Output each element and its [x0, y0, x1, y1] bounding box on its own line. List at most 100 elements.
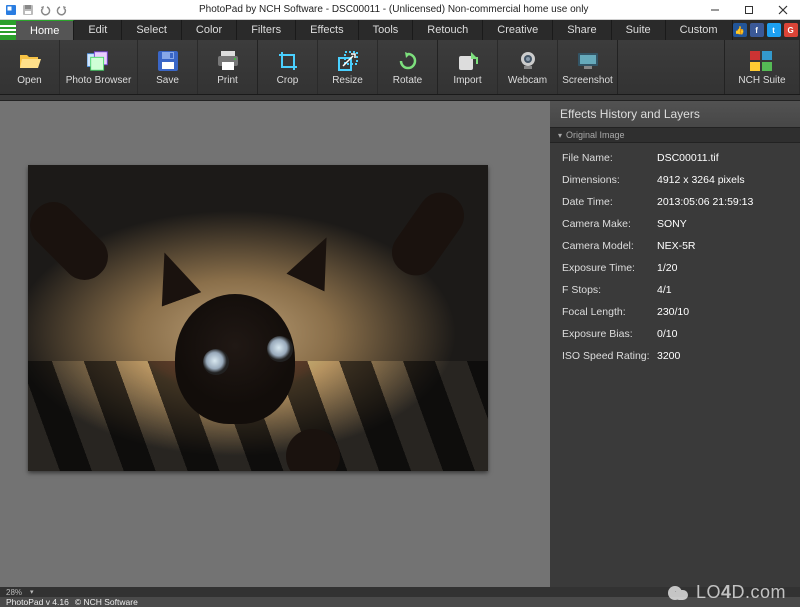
- side-panel-title: Effects History and Layers: [550, 101, 800, 128]
- metadata-row: ISO Speed Rating:3200: [550, 345, 800, 367]
- metadata-value: 4912 x 3264 pixels: [657, 174, 788, 186]
- photo-browser-button[interactable]: Photo Browser: [60, 40, 138, 94]
- metadata-row: Camera Model:NEX-5R: [550, 235, 800, 257]
- resize-button[interactable]: Resize: [318, 40, 378, 94]
- twitter-icon[interactable]: t: [767, 23, 781, 37]
- metadata-value: 230/10: [657, 306, 788, 318]
- tool-label: Import: [453, 75, 481, 86]
- tab-effects[interactable]: Effects: [296, 20, 358, 40]
- metadata-row: Dimensions:4912 x 3264 pixels: [550, 169, 800, 191]
- google-plus-icon[interactable]: G: [784, 23, 798, 37]
- like-icon[interactable]: 👍: [733, 23, 747, 37]
- minimize-button[interactable]: [698, 0, 732, 20]
- metadata-row: Camera Make:SONY: [550, 213, 800, 235]
- metadata-value: 1/20: [657, 262, 788, 274]
- zoom-menu-chevron-icon[interactable]: ▾: [30, 588, 34, 596]
- app-version: PhotoPad v 4.16: [6, 597, 69, 607]
- metadata-value: DSC00011.tif: [657, 152, 788, 164]
- metadata-value: 3200: [657, 350, 788, 362]
- side-panel-subheader[interactable]: Original Image: [550, 128, 800, 143]
- metadata-row: Date Time:2013:05:06 21:59:13: [550, 191, 800, 213]
- metadata-row: Focal Length:230/10: [550, 301, 800, 323]
- facebook-icon[interactable]: f: [750, 23, 764, 37]
- metadata-key: ISO Speed Rating:: [562, 350, 657, 362]
- print-button[interactable]: Print: [198, 40, 258, 94]
- metadata-value: 0/10: [657, 328, 788, 340]
- tab-creative[interactable]: Creative: [483, 20, 553, 40]
- metadata-row: File Name:DSC00011.tif: [550, 147, 800, 169]
- tool-label: Photo Browser: [66, 75, 132, 86]
- window-controls: [698, 0, 800, 20]
- app-icon: [4, 3, 18, 17]
- metadata-key: F Stops:: [562, 284, 657, 296]
- canvas[interactable]: [0, 101, 550, 587]
- printer-icon: [216, 49, 240, 73]
- screenshot-button[interactable]: Screenshot: [558, 40, 618, 94]
- tab-share[interactable]: Share: [553, 20, 611, 40]
- titlebar: PhotoPad by NCH Software - DSC00011 - (U…: [0, 0, 800, 20]
- app-menu-button[interactable]: [0, 20, 16, 40]
- metadata-key: Camera Model:: [562, 240, 657, 252]
- app-copyright: © NCH Software: [75, 597, 138, 607]
- import-icon: [456, 49, 480, 73]
- webcam-icon: [516, 49, 540, 73]
- tab-filters[interactable]: Filters: [237, 20, 296, 40]
- rotate-button[interactable]: Rotate: [378, 40, 438, 94]
- crop-icon: [276, 49, 300, 73]
- metadata-value: SONY: [657, 218, 788, 230]
- subheader-label: Original Image: [566, 130, 625, 140]
- metadata-value: 4/1: [657, 284, 788, 296]
- statusbar: 28% ▾: [0, 587, 800, 597]
- maximize-button[interactable]: [732, 0, 766, 20]
- metadata-key: Exposure Bias:: [562, 328, 657, 340]
- photo-browser-icon: [87, 49, 111, 73]
- metadata-row: Exposure Bias:0/10: [550, 323, 800, 345]
- metadata-value: 2013:05:06 21:59:13: [657, 196, 788, 208]
- crop-button[interactable]: Crop: [258, 40, 318, 94]
- resize-icon: [336, 49, 360, 73]
- window-title: PhotoPad by NCH Software - DSC00011 - (U…: [199, 4, 698, 15]
- save-button[interactable]: Save: [138, 40, 198, 94]
- social-buttons: 👍 f t G in ?: [733, 20, 800, 40]
- nch-suite-button[interactable]: NCH Suite: [725, 40, 800, 94]
- redo-icon[interactable]: [55, 3, 69, 17]
- toolbar: Open Photo Browser Save Print Crop Resiz…: [0, 40, 800, 95]
- tab-custom[interactable]: Custom: [666, 20, 733, 40]
- import-button[interactable]: Import: [438, 40, 498, 94]
- tab-suite[interactable]: Suite: [612, 20, 666, 40]
- tool-label: Rotate: [393, 75, 422, 86]
- metadata-key: Focal Length:: [562, 306, 657, 318]
- open-button[interactable]: Open: [0, 40, 60, 94]
- tool-label: Resize: [332, 75, 363, 86]
- tool-label: Screenshot: [562, 75, 613, 86]
- metadata-row: F Stops:4/1: [550, 279, 800, 301]
- undo-icon[interactable]: [38, 3, 52, 17]
- footer: PhotoPad v 4.16 © NCH Software: [0, 597, 800, 607]
- metadata-key: File Name:: [562, 152, 657, 164]
- quick-access-toolbar: [0, 3, 69, 17]
- tool-label: Open: [17, 75, 41, 86]
- save-icon[interactable]: [21, 3, 35, 17]
- close-button[interactable]: [766, 0, 800, 20]
- tool-label: Crop: [277, 75, 299, 86]
- image-preview[interactable]: [28, 165, 488, 471]
- tab-color[interactable]: Color: [182, 20, 237, 40]
- tab-home[interactable]: Home: [16, 20, 74, 40]
- side-panel: Effects History and Layers Original Imag…: [550, 101, 800, 587]
- screenshot-icon: [576, 49, 600, 73]
- webcam-button[interactable]: Webcam: [498, 40, 558, 94]
- tab-tools[interactable]: Tools: [359, 20, 414, 40]
- metadata-row: Exposure Time:1/20: [550, 257, 800, 279]
- tab-retouch[interactable]: Retouch: [413, 20, 483, 40]
- tab-edit[interactable]: Edit: [74, 20, 122, 40]
- metadata-key: Camera Make:: [562, 218, 657, 230]
- metadata-list: File Name:DSC00011.tifDimensions:4912 x …: [550, 143, 800, 371]
- menubar: HomeEditSelectColorFiltersEffectsToolsRe…: [0, 20, 800, 40]
- toolbar-spacer: [618, 40, 725, 94]
- metadata-key: Date Time:: [562, 196, 657, 208]
- tab-select[interactable]: Select: [122, 20, 182, 40]
- zoom-level: 28%: [6, 588, 22, 597]
- nch-suite-icon: [750, 49, 774, 73]
- save-disk-icon: [156, 49, 180, 73]
- tool-label: Webcam: [508, 75, 547, 86]
